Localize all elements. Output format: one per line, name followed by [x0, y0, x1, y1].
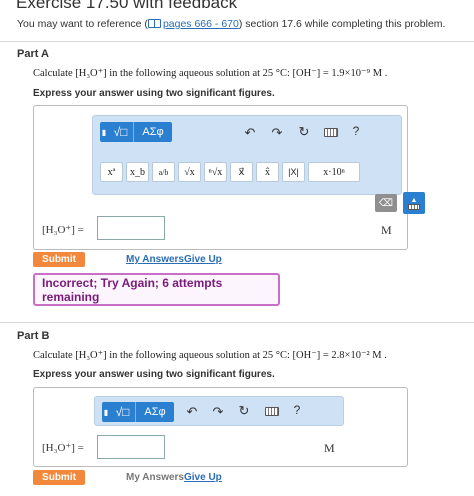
part-b-unit: M: [324, 441, 335, 455]
part-a-feedback: Incorrect; Try Again; 6 attempts remaini…: [33, 273, 280, 306]
nth-root-template[interactable]: ⁿ√x: [204, 162, 227, 182]
keyboard-toggle-button[interactable]: ▲: [403, 192, 425, 214]
part-b-my-answers-link[interactable]: My Answers: [126, 472, 184, 483]
keyboard-icon[interactable]: [265, 407, 279, 419]
reset-icon[interactable]: ↻: [237, 403, 251, 419]
part-a-unit: M: [381, 223, 392, 237]
part-a-my-answers-link[interactable]: My Answers: [126, 254, 184, 265]
reference-prefix: You may want to reference (: [17, 18, 148, 30]
part-a-submit-button[interactable]: Submit: [33, 252, 85, 267]
help-button[interactable]: ?: [291, 403, 303, 417]
sqrt-template-button[interactable]: √□: [108, 122, 134, 142]
part-a-question: Calculate [H₃O⁺] in the following aqueou…: [33, 68, 388, 79]
part-b-submit-button[interactable]: Submit: [33, 470, 85, 485]
reference-link-text: pages 666 - 670: [162, 18, 239, 30]
template-group: ▮ √□ ΑΣφ: [102, 402, 174, 422]
reference-link[interactable]: pages 666 - 670: [147, 18, 239, 30]
equation-toolbar: ▮ √□ ΑΣφ ↶ ↷ ↻ ? xª x_b a/b √x ⁿ√x x⃗ x̂…: [92, 115, 425, 214]
vector-template[interactable]: x⃗: [230, 162, 253, 182]
reference-suffix: ) section 17.6 while completing this pro…: [238, 18, 446, 30]
part-a-instruction: Express your answer using two significan…: [33, 88, 275, 99]
part-a-answer-box: ▮ √□ ΑΣφ ↶ ↷ ↻ ? xª x_b a/b √x ⁿ√x x⃗ x̂…: [33, 105, 425, 250]
exercise-title: Exercise 17.50 with feedback: [16, 0, 238, 12]
undo-icon[interactable]: ↶: [243, 125, 257, 141]
part-b-answer-input[interactable]: [97, 435, 165, 459]
absolute-value-template[interactable]: |X|: [282, 162, 305, 182]
part-a-answer-input[interactable]: [97, 216, 165, 240]
scientific-notation-template[interactable]: x·10ⁿ: [308, 162, 360, 182]
unit-vector-template[interactable]: x̂: [256, 162, 279, 182]
part-b-question: Calculate [H₃O⁺] in the following aqueou…: [33, 350, 387, 361]
reset-icon[interactable]: ↻: [297, 124, 311, 140]
help-button[interactable]: ?: [350, 124, 362, 138]
chevron-up-icon: ▲: [410, 196, 418, 204]
sqrt-template-button[interactable]: √□: [110, 402, 136, 422]
template-group: ▮ √□ ΑΣφ: [100, 122, 172, 142]
drag-handle-icon[interactable]: ▮: [102, 402, 110, 422]
superscript-template[interactable]: xª: [100, 162, 123, 182]
backspace-icon[interactable]: ⌫: [375, 194, 397, 212]
part-b-instruction: Express your answer using two significan…: [33, 369, 275, 380]
part-b-label: Part B: [17, 330, 50, 342]
divider: [0, 41, 474, 42]
part-b-input-label: [H₃O⁺] =: [42, 442, 84, 454]
subscript-template[interactable]: x_b: [126, 162, 149, 182]
book-icon: [147, 19, 161, 28]
part-a-input-label: [H₃O⁺] =: [42, 224, 84, 236]
part-b-give-up-link[interactable]: Give Up: [184, 472, 222, 483]
drag-handle-icon[interactable]: ▮: [100, 122, 108, 142]
divider: [0, 322, 474, 323]
redo-icon[interactable]: ↷: [211, 404, 225, 420]
redo-icon[interactable]: ↷: [270, 125, 284, 141]
part-b-answer-box: ▮ √□ ΑΣφ ↶ ↷ ↻ ? [H₃O⁺] = M: [33, 387, 408, 467]
part-a-give-up-link[interactable]: Give Up: [184, 254, 222, 265]
equation-toolbar: ▮ √□ ΑΣφ ↶ ↷ ↻ ?: [94, 396, 344, 426]
greek-symbols-button[interactable]: ΑΣφ: [136, 402, 174, 422]
keyboard-small-icon: [408, 203, 420, 210]
fraction-template[interactable]: a/b: [152, 162, 175, 182]
undo-icon[interactable]: ↶: [185, 404, 199, 420]
keyboard-icon[interactable]: [324, 128, 338, 140]
reference-line: You may want to reference ( pages 666 - 6…: [17, 18, 445, 30]
greek-symbols-button[interactable]: ΑΣφ: [134, 122, 172, 142]
part-a-label: Part A: [17, 48, 49, 60]
square-root-template[interactable]: √x: [178, 162, 201, 182]
